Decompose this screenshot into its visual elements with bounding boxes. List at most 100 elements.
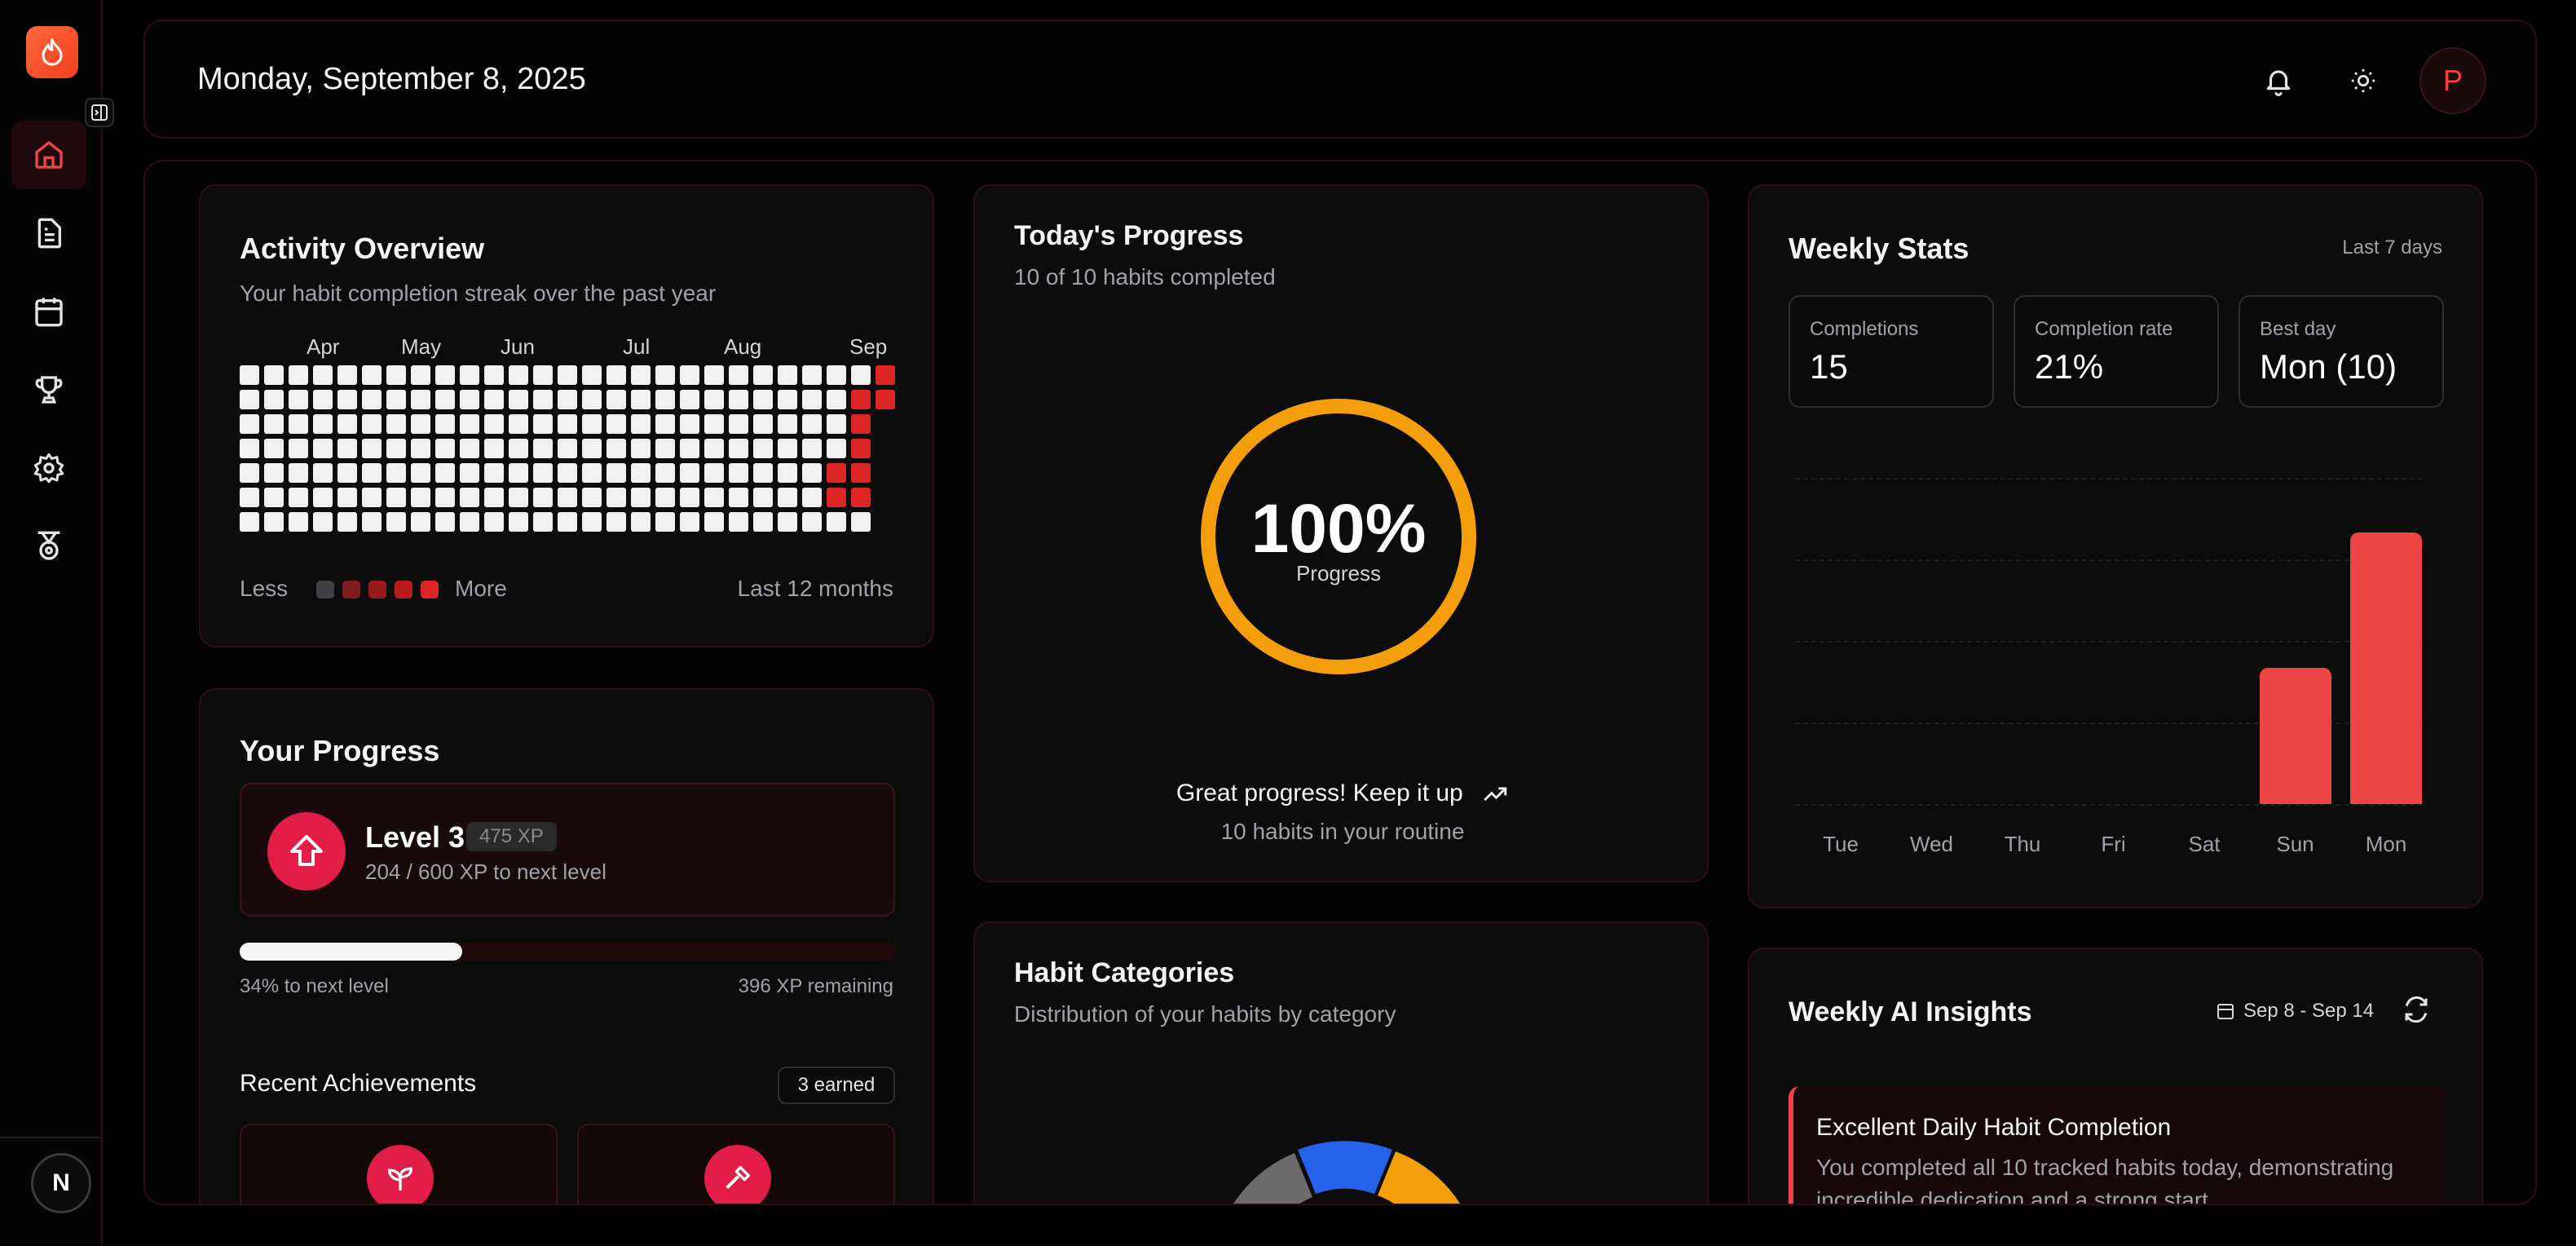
chart-bar[interactable] [2259,668,2331,804]
heatmap-cell[interactable] [264,463,284,483]
heatmap-cell[interactable] [240,414,259,434]
heatmap-cell[interactable] [386,439,406,458]
sidebar-item-home[interactable] [11,121,86,189]
heatmap-cell[interactable] [655,463,675,483]
heatmap-cell[interactable] [655,414,675,434]
heatmap-cell[interactable] [704,463,724,483]
heatmap-cell[interactable] [680,390,699,409]
heatmap-cell[interactable] [778,439,797,458]
heatmap-cell[interactable] [435,365,455,385]
heatmap-cell[interactable] [435,512,455,532]
heatmap-cell[interactable] [680,365,699,385]
heatmap-cell[interactable] [484,439,504,458]
heatmap-cell[interactable] [337,365,357,385]
heatmap-cell[interactable] [631,390,651,409]
heatmap-cell[interactable] [411,512,430,532]
heatmap-cell[interactable] [778,414,797,434]
heatmap-cell[interactable] [386,390,406,409]
refresh-icon[interactable] [2402,995,2431,1028]
heatmap-cell[interactable] [607,488,626,507]
heatmap-cell[interactable] [386,365,406,385]
heatmap-cell[interactable] [240,439,259,458]
heatmap-cell[interactable] [240,365,259,385]
heatmap-cell[interactable] [827,488,846,507]
heatmap-cell[interactable] [704,390,724,409]
heatmap-cell[interactable] [753,439,773,458]
heatmap-cell[interactable] [362,512,382,532]
heatmap-cell[interactable] [655,488,675,507]
heatmap-cell[interactable] [362,488,382,507]
heatmap-cell[interactable] [558,414,577,434]
heatmap-cell[interactable] [509,512,528,532]
heatmap-cell[interactable] [509,390,528,409]
heatmap-cell[interactable] [655,439,675,458]
heatmap-cell[interactable] [558,390,577,409]
heatmap-cell[interactable] [337,439,357,458]
heatmap-cell[interactable] [533,488,553,507]
heatmap-cell[interactable] [729,390,748,409]
heatmap-cell[interactable] [509,463,528,483]
heatmap-cell[interactable] [386,463,406,483]
heatmap-cell[interactable] [435,488,455,507]
heatmap-cell[interactable] [558,439,577,458]
heatmap-cell[interactable] [337,488,357,507]
heatmap-cell[interactable] [240,390,259,409]
heatmap-cell[interactable] [313,463,333,483]
heatmap-cell[interactable] [289,365,308,385]
heatmap-cell[interactable] [802,414,822,434]
heatmap-cell[interactable] [386,488,406,507]
heatmap-cell[interactable] [411,414,430,434]
heatmap-cell[interactable] [582,463,602,483]
heatmap-cell[interactable] [289,463,308,483]
heatmap-cell[interactable] [313,390,333,409]
heatmap-cell[interactable] [289,439,308,458]
heatmap-cell[interactable] [827,414,846,434]
heatmap-cell[interactable] [827,365,846,385]
heatmap-cell[interactable] [655,390,675,409]
user-avatar[interactable]: P [2419,47,2486,114]
heatmap-cell[interactable] [851,365,871,385]
heatmap-cell[interactable] [313,488,333,507]
heatmap-cell[interactable] [753,463,773,483]
heatmap-cell[interactable] [851,463,871,483]
heatmap-cell[interactable] [411,365,430,385]
heatmap-cell[interactable] [778,390,797,409]
heatmap-cell[interactable] [533,463,553,483]
heatmap-cell[interactable] [240,488,259,507]
heatmap-cell[interactable] [802,463,822,483]
heatmap-cell[interactable] [655,365,675,385]
heatmap-cell[interactable] [558,463,577,483]
heatmap-cell[interactable] [778,463,797,483]
heatmap-cell[interactable] [729,488,748,507]
heatmap-cell[interactable] [631,439,651,458]
heatmap-cell[interactable] [509,414,528,434]
heatmap-cell[interactable] [631,488,651,507]
user-avatar-small[interactable]: N [31,1153,91,1213]
category-segment-blue[interactable] [1298,1141,1392,1194]
heatmap-cell[interactable] [655,512,675,532]
heatmap-cell[interactable] [533,512,553,532]
heatmap-cell[interactable] [362,439,382,458]
heatmap-cell[interactable] [460,390,479,409]
heatmap-cell[interactable] [753,390,773,409]
heatmap-cell[interactable] [607,365,626,385]
heatmap-cell[interactable] [460,439,479,458]
heatmap-cell[interactable] [362,414,382,434]
heatmap-cell[interactable] [313,512,333,532]
heatmap-cell[interactable] [582,439,602,458]
heatmap-cell[interactable] [484,365,504,385]
heatmap-cell[interactable] [509,439,528,458]
sidebar-item-calendar[interactable] [11,277,86,346]
heatmap-cell[interactable] [607,463,626,483]
heatmap-cell[interactable] [631,463,651,483]
heatmap-cell[interactable] [411,488,430,507]
sidebar-item-documents[interactable] [11,199,86,267]
heatmap-cell[interactable] [607,512,626,532]
heatmap-cell[interactable] [337,463,357,483]
heatmap-cell[interactable] [851,512,871,532]
achievement-card[interactable] [240,1124,558,1204]
heatmap-cell[interactable] [337,512,357,532]
heatmap-cell[interactable] [607,390,626,409]
heatmap-cell[interactable] [460,414,479,434]
heatmap-cell[interactable] [484,512,504,532]
